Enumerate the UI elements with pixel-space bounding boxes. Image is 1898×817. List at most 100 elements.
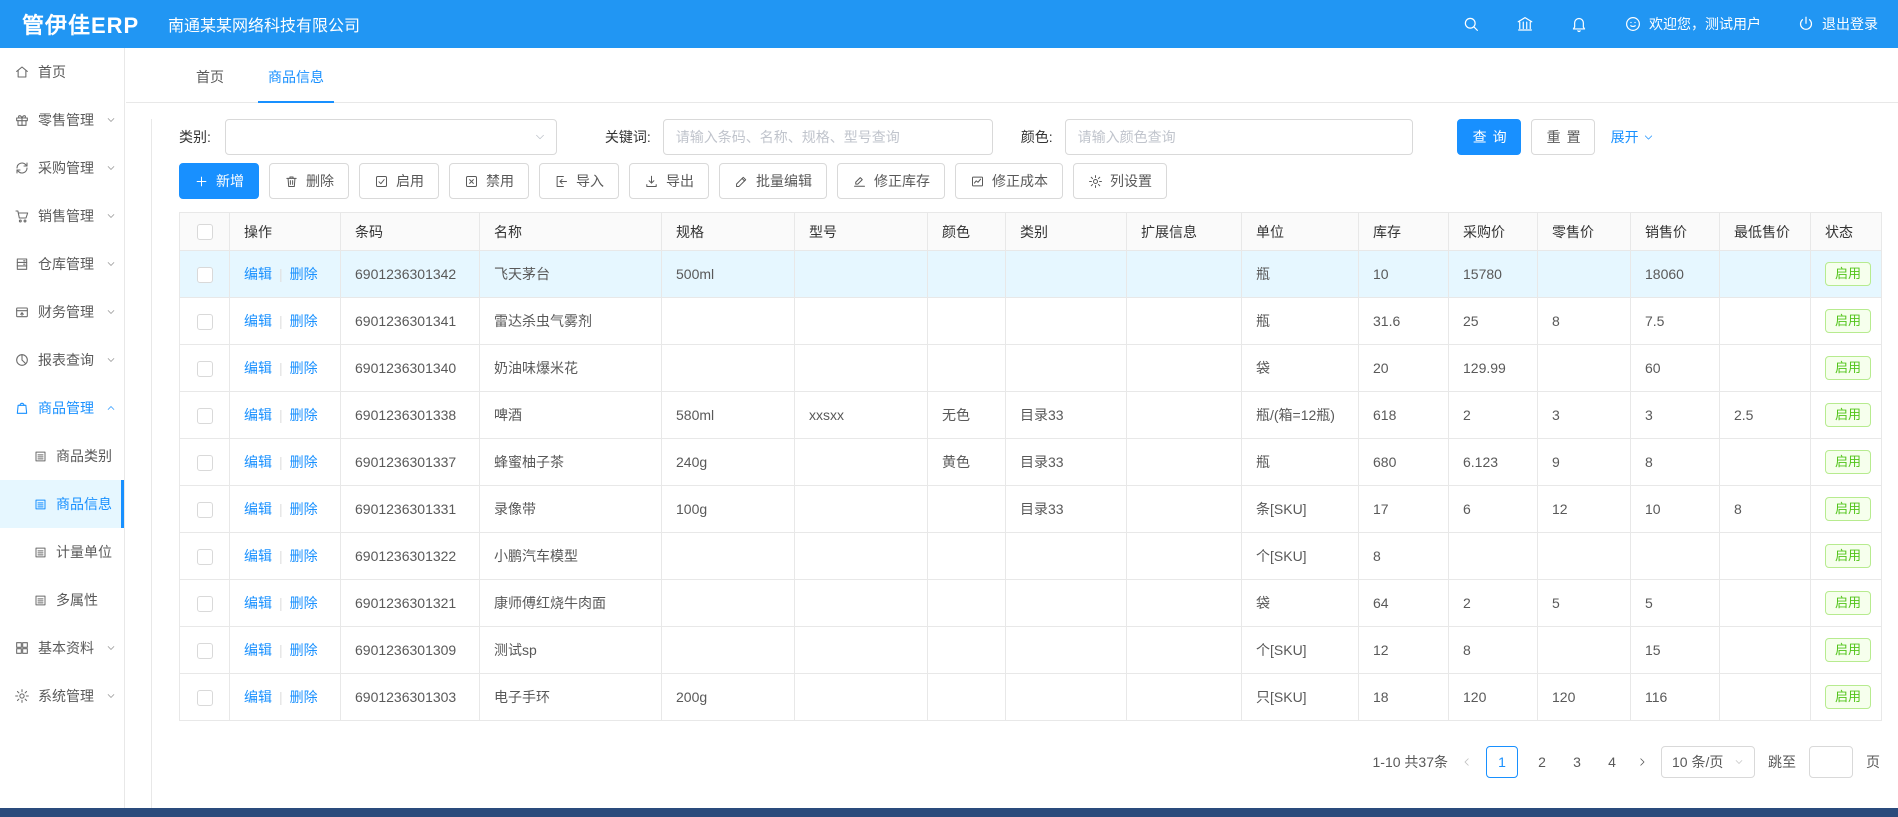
sidebar-item-7[interactable]: 商品管理 [0, 384, 124, 432]
sidebar-item-0[interactable]: 首页 [0, 48, 124, 96]
edit-link[interactable]: 编辑 [244, 360, 272, 376]
select-all-header [180, 213, 230, 251]
edit-link[interactable]: 编辑 [244, 595, 272, 611]
cell-color [928, 251, 1006, 298]
cell-category [1006, 345, 1127, 392]
edit-link[interactable]: 编辑 [244, 313, 272, 329]
cell-purchase: 129.99 [1449, 345, 1538, 392]
edit-link[interactable]: 编辑 [244, 501, 272, 517]
sidebar-subitem-7-0[interactable]: 商品类别 [0, 432, 124, 480]
link-divider: | [279, 548, 283, 564]
row-checkbox[interactable] [197, 643, 213, 659]
toolbar-button-6[interactable]: 批量编辑 [719, 163, 827, 199]
edit-link[interactable]: 编辑 [244, 548, 272, 564]
sidebar-item-8[interactable]: 基本资料 [0, 624, 124, 672]
chevron-down-icon [534, 131, 546, 143]
delete-link[interactable]: 删除 [290, 689, 318, 705]
row-checkbox[interactable] [197, 408, 213, 424]
delete-link[interactable]: 删除 [290, 360, 318, 376]
page-number-3[interactable]: 3 [1566, 754, 1588, 770]
edit-link[interactable]: 编辑 [244, 689, 272, 705]
edit-link[interactable]: 编辑 [244, 407, 272, 423]
toolbar-button-4[interactable]: 导入 [539, 163, 619, 199]
bank-icon[interactable] [1516, 15, 1534, 33]
delete-link[interactable]: 删除 [290, 313, 318, 329]
page-number-1[interactable]: 1 [1486, 746, 1518, 778]
keyword-input[interactable] [663, 119, 993, 155]
doc-icon [33, 449, 48, 464]
sidebar-item-label: 系统管理 [38, 686, 94, 706]
toolbar-button-0[interactable]: 新增 [179, 163, 259, 199]
page-size-select[interactable]: 10 条/页 [1661, 746, 1755, 778]
page-number-2[interactable]: 2 [1531, 754, 1553, 770]
toolbar-button-label: 启用 [396, 171, 424, 191]
cell-status: 启用 [1811, 392, 1882, 439]
sidebar-item-9[interactable]: 系统管理 [0, 672, 124, 720]
delete-link[interactable]: 删除 [290, 595, 318, 611]
row-checkbox[interactable] [197, 314, 213, 330]
sidebar-item-6[interactable]: 报表查询 [0, 336, 124, 384]
sidebar-item-4[interactable]: 仓库管理 [0, 240, 124, 288]
column-header: 类别 [1006, 213, 1127, 251]
category-select[interactable] [225, 119, 557, 155]
row-checkbox-cell [180, 439, 230, 486]
tab-1[interactable]: 商品信息 [258, 67, 334, 102]
cell-min: 8 [1720, 486, 1811, 533]
color-input[interactable] [1065, 119, 1413, 155]
sidebar-subitem-7-2[interactable]: 计量单位 [0, 528, 124, 576]
sidebar-item-3[interactable]: 销售管理 [0, 192, 124, 240]
search-icon[interactable] [1462, 15, 1480, 33]
toolbar-button-3[interactable]: 禁用 [449, 163, 529, 199]
reset-button[interactable]: 重置 [1531, 119, 1595, 155]
row-checkbox[interactable] [197, 267, 213, 283]
cell-min: 2.5 [1720, 392, 1811, 439]
sidebar-subitem-7-3[interactable]: 多属性 [0, 576, 124, 624]
row-checkbox[interactable] [197, 596, 213, 612]
cell-stock: 20 [1359, 345, 1449, 392]
sidebar-item-2[interactable]: 采购管理 [0, 144, 124, 192]
edit-link[interactable]: 编辑 [244, 454, 272, 470]
cell-color [928, 674, 1006, 721]
delete-link[interactable]: 删除 [290, 266, 318, 282]
row-checkbox[interactable] [197, 455, 213, 471]
link-divider: | [279, 595, 283, 611]
toolbar-button-7[interactable]: 修正库存 [837, 163, 945, 199]
toolbar-button-9[interactable]: 列设置 [1073, 163, 1167, 199]
select-all-checkbox[interactable] [197, 224, 213, 240]
sidebar-item-1[interactable]: 零售管理 [0, 96, 124, 144]
sidebar-subitem-label: 商品类别 [56, 446, 112, 466]
page-number-4[interactable]: 4 [1601, 754, 1623, 770]
toolbar-button-1[interactable]: 删除 [269, 163, 349, 199]
delete-link[interactable]: 删除 [290, 454, 318, 470]
row-checkbox[interactable] [197, 361, 213, 377]
row-checkbox[interactable] [197, 690, 213, 706]
cell-operations: 编辑|删除 [230, 627, 341, 674]
toolbar-button-5[interactable]: 导出 [629, 163, 709, 199]
sidebar-item-label: 报表查询 [38, 350, 94, 370]
toolbar-button-2[interactable]: 启用 [359, 163, 439, 199]
next-page-icon[interactable] [1636, 756, 1648, 768]
toolbar-button-8[interactable]: 修正成本 [955, 163, 1063, 199]
toolbar-button-label: 新增 [216, 171, 244, 191]
sidebar-subitem-7-1[interactable]: 商品信息 [0, 480, 124, 528]
edit-link[interactable]: 编辑 [244, 642, 272, 658]
row-checkbox[interactable] [197, 549, 213, 565]
search-button[interactable]: 查询 [1457, 119, 1521, 155]
sidebar-item-5[interactable]: 财务管理 [0, 288, 124, 336]
logout-button[interactable]: 退出登录 [1797, 14, 1878, 34]
delete-link[interactable]: 删除 [290, 642, 318, 658]
delete-link[interactable]: 删除 [290, 407, 318, 423]
welcome-user[interactable]: 欢迎您，测试用户 [1624, 14, 1761, 34]
delete-link[interactable]: 删除 [290, 501, 318, 517]
edit-link[interactable]: 编辑 [244, 266, 272, 282]
tab-0[interactable]: 首页 [186, 67, 234, 102]
expand-link[interactable]: 展开 [1611, 127, 1654, 147]
jump-page-input[interactable] [1809, 746, 1853, 778]
delete-link[interactable]: 删除 [290, 548, 318, 564]
row-checkbox[interactable] [197, 502, 213, 518]
status-badge: 启用 [1825, 262, 1871, 286]
bell-icon[interactable] [1570, 15, 1588, 33]
main-area: 首页商品信息 类别: 关键词: 颜色: 查询 重置 展开 新增删除启用禁用导入导… [126, 48, 1898, 808]
prev-page-icon[interactable] [1461, 756, 1473, 768]
cell-unit: 瓶 [1242, 251, 1359, 298]
